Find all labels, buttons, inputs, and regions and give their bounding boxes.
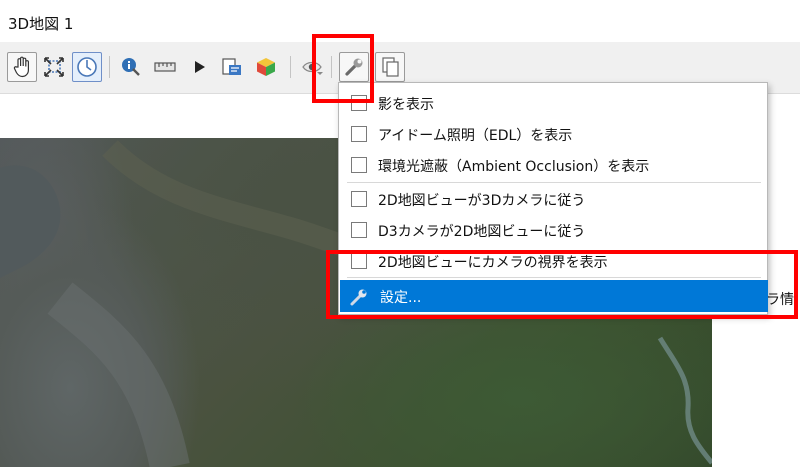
cube-icon bbox=[254, 55, 278, 79]
show-ambient-occlusion-checkbox[interactable] bbox=[351, 157, 367, 173]
identify-icon bbox=[119, 55, 143, 79]
menu-item-3d-follows-2d[interactable]: D3カメラが2D地図ビューに従う bbox=[340, 214, 768, 246]
menu-item-show-edl[interactable]: アイドーム照明（EDL）を表示 bbox=[340, 118, 768, 150]
identify-button[interactable] bbox=[116, 52, 146, 82]
zoom-full-button[interactable] bbox=[39, 52, 69, 82]
export-scene-button[interactable] bbox=[217, 52, 247, 82]
menu-item-label: 環境光遮蔽（Ambient Occlusion）を表示 bbox=[378, 159, 650, 175]
2d-follows-3d-checkbox[interactable] bbox=[351, 191, 367, 207]
camera-control-button[interactable] bbox=[72, 52, 102, 82]
window-titlebar: 3D地図 1 bbox=[0, 0, 800, 42]
annotation-box-wrench bbox=[312, 34, 374, 103]
camera-control-icon bbox=[75, 55, 99, 79]
menu-item-show-ambient-occlusion[interactable]: 環境光遮蔽（Ambient Occlusion）を表示 bbox=[340, 149, 768, 181]
menu-item-2d-follows-3d[interactable]: 2D地図ビューが3Dカメラに従う bbox=[340, 183, 768, 215]
toolbar-separator bbox=[290, 56, 291, 78]
3d-follows-2d-checkbox[interactable] bbox=[351, 222, 367, 238]
show-edl-checkbox[interactable] bbox=[351, 126, 367, 142]
menu-item-label: アイドーム照明（EDL）を表示 bbox=[378, 128, 573, 144]
window-title: 3D地図 1 bbox=[8, 15, 74, 33]
menu-item-label: D3カメラが2D地図ビューに従う bbox=[378, 224, 586, 240]
toolbar-separator bbox=[109, 56, 110, 78]
cube-button[interactable] bbox=[251, 52, 281, 82]
export-scene-icon bbox=[220, 55, 244, 79]
copy-button[interactable] bbox=[375, 52, 405, 82]
play-animation-button[interactable] bbox=[184, 52, 214, 82]
play-icon bbox=[189, 57, 209, 77]
copy-icon bbox=[380, 56, 400, 78]
annotation-box-settings bbox=[326, 250, 798, 319]
measure-icon bbox=[153, 55, 177, 79]
pan-hand-icon bbox=[12, 56, 32, 78]
zoom-full-icon bbox=[42, 55, 66, 79]
pan-button[interactable] bbox=[7, 52, 37, 82]
measure-button[interactable] bbox=[150, 52, 180, 82]
menu-item-label: 影を表示 bbox=[378, 97, 434, 113]
menu-item-label: 2D地図ビューが3Dカメラに従う bbox=[378, 193, 586, 209]
menu-item-show-shadows[interactable]: 影を表示 bbox=[340, 87, 768, 119]
